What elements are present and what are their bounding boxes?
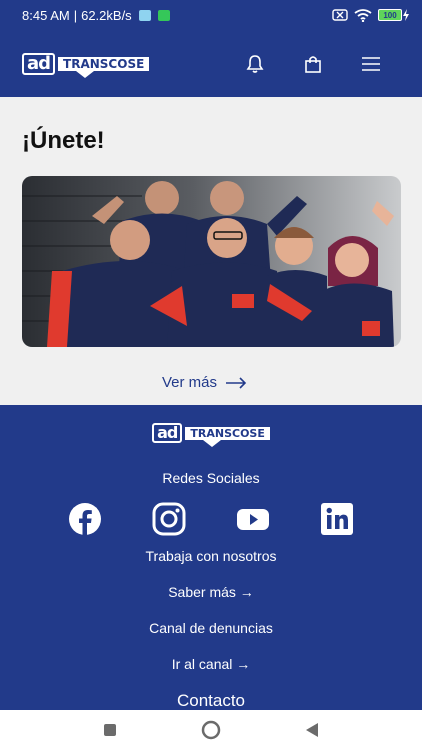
- page-title: ¡Únete!: [22, 127, 105, 154]
- whatsapp-icon: [157, 9, 170, 21]
- status-time: 8:45 AM: [22, 7, 70, 23]
- system-nav-bar: [0, 710, 422, 750]
- square-icon: [104, 724, 117, 736]
- shopping-bag-icon: [305, 55, 321, 73]
- redes-sociales-heading: Redes Sociales: [162, 470, 260, 486]
- notifications-button[interactable]: [226, 44, 284, 84]
- battery-indicator: 100: [378, 9, 410, 21]
- triangle-back-icon: [305, 723, 318, 737]
- battery-level: 100: [378, 9, 402, 21]
- charging-icon: [403, 9, 409, 21]
- social-links: [0, 502, 422, 536]
- facebook-icon: [69, 503, 101, 536]
- youtube-link[interactable]: [236, 502, 270, 536]
- home-button[interactable]: [193, 715, 229, 745]
- saber-mas-link[interactable]: Saber más →: [0, 584, 422, 600]
- app-header: ad TRANSCOSE: [0, 30, 422, 97]
- status-bar: 8:45 AM | 62.2kB/s 100: [0, 0, 422, 30]
- telegram-icon: [138, 9, 151, 21]
- recents-button[interactable]: [92, 715, 128, 745]
- no-sim-icon: [332, 9, 348, 21]
- logo-wordmark: TRANSCOSE: [58, 56, 150, 78]
- arrow-right-icon: [226, 376, 247, 389]
- trabaja-con-nosotros-heading: Trabaja con nosotros: [145, 548, 277, 564]
- youtube-icon: [237, 509, 269, 530]
- ver-mas-link[interactable]: Ver más: [162, 374, 247, 391]
- footer-logo-wrap: ad TRANSCOSE: [0, 423, 422, 447]
- team-photo-illustration: [22, 176, 401, 347]
- facebook-link[interactable]: [68, 502, 102, 536]
- instagram-icon: [152, 502, 186, 536]
- logo-ad-mark: ad: [22, 52, 56, 75]
- footer-logo-ad-mark: ad: [152, 423, 183, 443]
- cart-button[interactable]: [284, 44, 342, 84]
- brand-logo[interactable]: ad TRANSCOSE: [22, 52, 150, 78]
- ver-mas-label: Ver más: [162, 374, 218, 391]
- footer-logo-wordmark: TRANSCOSE: [185, 426, 270, 447]
- wifi-icon: [354, 8, 372, 22]
- menu-button[interactable]: [342, 44, 400, 84]
- status-separator: |: [73, 7, 78, 23]
- circle-home-icon: [201, 720, 221, 740]
- team-photo: [22, 176, 401, 347]
- status-net-speed: 62.2kB/s: [81, 7, 132, 23]
- contacto-heading: Contacto: [176, 691, 246, 710]
- linkedin-link[interactable]: [320, 502, 354, 536]
- instagram-link[interactable]: [152, 502, 186, 536]
- main-content: ¡Únete! Ver más: [0, 97, 422, 405]
- footer-logo[interactable]: ad TRANSCOSE: [152, 423, 270, 447]
- canal-denuncias-heading: Canal de denuncias: [149, 620, 273, 636]
- bell-icon: [246, 54, 264, 73]
- site-footer: ad TRANSCOSE Redes Sociales Trabaja con …: [0, 405, 422, 710]
- linkedin-icon: [321, 503, 353, 535]
- hamburger-menu-icon: [362, 56, 380, 71]
- ir-al-canal-link[interactable]: Ir al canal →: [0, 656, 422, 672]
- back-button[interactable]: [294, 715, 330, 745]
